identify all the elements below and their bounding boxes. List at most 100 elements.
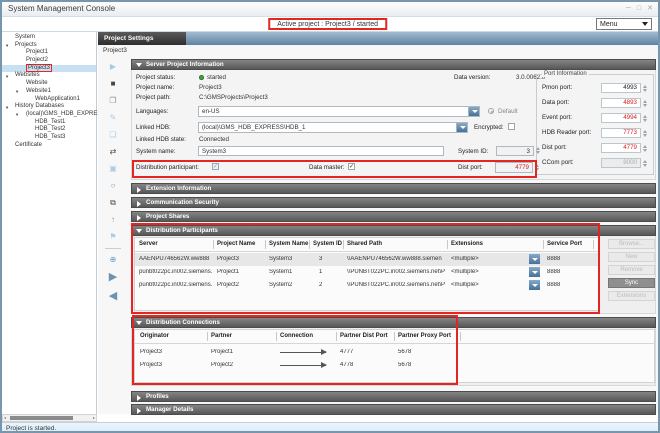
circle-icon[interactable]: ○ [103, 179, 123, 192]
network-icon[interactable]: ⧉ [103, 196, 123, 209]
dist-port-label: Dist port: [458, 164, 483, 171]
section-extension-information[interactable]: Extension Information [131, 183, 656, 194]
section-profiles[interactable]: Profiles [131, 391, 656, 402]
dropdown-arrow-icon[interactable] [468, 107, 479, 116]
spinner-icon[interactable] [643, 113, 648, 124]
section-server-project-information[interactable]: Server Project Information [131, 59, 656, 70]
linked-hdb-select[interactable]: (local)\GMS_HDB_EXPRESS\HDB_1 [198, 122, 468, 133]
section-distribution-participants[interactable]: Distribution Participants [131, 225, 656, 236]
event-port-field[interactable]: 4994 [601, 113, 641, 123]
spinner-icon[interactable] [643, 83, 648, 94]
stop-icon[interactable]: ■ [103, 77, 123, 90]
system-name-label: System name: [136, 148, 176, 155]
tree-item-certificate[interactable]: Certificate [2, 142, 96, 150]
status-bar: Project is started. [2, 422, 658, 433]
save-icon[interactable]: ▣ [103, 162, 123, 175]
extensions-dropdown-icon[interactable] [529, 280, 540, 290]
port-row-hdb-reader: HDB Reader port: 7773 [537, 128, 653, 140]
section-project-shares[interactable]: Project Shares [131, 211, 656, 222]
distribution-participant-label: Distribution participant: [136, 164, 199, 171]
swap-arrows-icon[interactable]: ⇄ [103, 145, 123, 158]
tree-item-hdb-test3[interactable]: HDB_Test3 [2, 134, 96, 142]
window-controls: ─ □ ✕ [626, 3, 653, 15]
new-button[interactable]: New [608, 252, 655, 262]
project-tree: System ▼Projects Project1 Project2 Proje… [2, 34, 96, 149]
system-name-input[interactable]: System3 [198, 146, 444, 156]
tree-item-website[interactable]: Website [2, 80, 96, 88]
dist-port-field[interactable]: 4779 [495, 162, 533, 173]
pin-icon[interactable]: ⚑ [103, 230, 123, 243]
project-tree-panel: System ▼Projects Project1 Project2 Proje… [2, 32, 97, 414]
extensions-button[interactable]: Extensions [608, 291, 655, 301]
connection-row-1[interactable]: Project3 Project1 4777 5678 [135, 347, 599, 360]
hdb-reader-port-field[interactable]: 7773 [601, 128, 641, 138]
tree-item-website1[interactable]: ▼Website1 [2, 88, 96, 96]
tree-item-history-databases[interactable]: ▼History Databases [2, 103, 96, 111]
system-id-field[interactable]: 3 [496, 146, 534, 156]
scroll-right-icon[interactable]: ▸ [93, 415, 95, 421]
participant-row-project3[interactable]: AAENPU746562W.ww888 Project3 System3 3 \… [135, 253, 599, 266]
tree-item-system[interactable]: System [2, 34, 96, 42]
connection-row-2[interactable]: Project3 Project2 4778 5678 [135, 360, 599, 373]
minimize-icon[interactable]: ─ [626, 3, 631, 15]
col-partner: Partner [211, 333, 232, 339]
play-icon[interactable]: ▶ [103, 60, 123, 73]
menu-dropdown[interactable]: Menu [596, 18, 652, 30]
browse-button[interactable]: Browse... [608, 239, 655, 249]
spinner-icon[interactable] [643, 128, 648, 139]
extensions-dropdown-icon[interactable] [529, 254, 540, 264]
section-communication-security[interactable]: Communication Security [131, 197, 656, 208]
section-distribution-connections[interactable]: Distribution Connections [131, 317, 656, 328]
plus-circle-icon[interactable]: ⊕ [103, 253, 123, 266]
sync-button[interactable]: Sync [608, 278, 655, 288]
data-port-field[interactable]: 4893 [601, 98, 641, 108]
scrollbar-thumb[interactable] [10, 416, 73, 420]
project-status-value: started [207, 74, 226, 81]
pencil-icon[interactable]: ✎ [103, 111, 123, 124]
col-project-name: Project Name [217, 241, 255, 247]
ccom-port-field: 8000 [601, 158, 641, 168]
system-id-label: System ID: [458, 148, 488, 155]
spinner-icon[interactable] [535, 162, 540, 173]
distribution-connections-body: Originator Partner Connection Partner Di… [131, 328, 656, 386]
maximize-icon[interactable]: □ [637, 3, 641, 15]
spinner-icon[interactable] [643, 98, 648, 109]
arrow-up-icon[interactable]: ↑ [103, 213, 123, 226]
extensions-dropdown-icon[interactable] [529, 267, 540, 277]
dropdown-arrow-icon[interactable] [456, 123, 467, 132]
copy-icon[interactable]: ❏ [103, 128, 123, 141]
page-icon[interactable]: ❐ [103, 94, 123, 107]
project-name-label: Project name: [136, 84, 174, 91]
tree-item-project3[interactable]: Project3 [2, 65, 96, 73]
encrypted-checkbox[interactable] [508, 123, 515, 130]
participant-row-project1[interactable]: punbt022pc.in002.siemens.net Project1 Sy… [135, 266, 599, 279]
default-radio[interactable] [488, 108, 494, 114]
tree-item-hdb-test1[interactable]: HDB_Test1 [2, 119, 96, 127]
project-path-value: C:\GMSProjects\Project3 [199, 94, 268, 101]
tree-item-webapplication1[interactable]: WebApplication1 [2, 96, 96, 104]
tree-item-hdb-test2[interactable]: HDB_Test2 [2, 126, 96, 134]
subtab-project3[interactable]: Project3 [103, 47, 127, 54]
pmon-port-field[interactable]: 4993 [601, 83, 641, 93]
tree-item-local-hdb[interactable]: ▼(local)\GMS_HDB_EXPRES [2, 111, 96, 119]
spinner-icon[interactable] [536, 145, 541, 156]
remove-button[interactable]: Remove [608, 265, 655, 275]
data-master-checkbox[interactable]: ✓ [348, 163, 355, 170]
close-icon[interactable]: ✕ [647, 3, 653, 15]
triangle-left-icon[interactable]: ◀ [103, 289, 123, 304]
scroll-left-icon[interactable]: ◂ [4, 415, 6, 421]
tree-item-websites[interactable]: ▼Websites [2, 72, 96, 80]
tree-horizontal-scrollbar[interactable]: ◂ ▸ [2, 414, 97, 422]
status-started-icon [199, 75, 204, 80]
participant-row-project2[interactable]: punbt022pc.in002.siemens.net Project2 Sy… [135, 279, 599, 292]
section-manager-details[interactable]: Manager Details [131, 404, 656, 415]
expand-icon [137, 187, 141, 193]
tree-item-projects[interactable]: ▼Projects [2, 42, 96, 50]
dist-port-field[interactable]: 4779 [601, 143, 641, 153]
triangle-right-icon[interactable]: ▶ [103, 270, 123, 285]
col-connection: Connection [280, 333, 313, 339]
tab-project-settings[interactable]: Project Settings [98, 32, 186, 45]
languages-select[interactable]: en-US [198, 106, 480, 117]
tree-item-project1[interactable]: Project1 [2, 49, 96, 57]
spinner-icon[interactable] [643, 143, 648, 154]
